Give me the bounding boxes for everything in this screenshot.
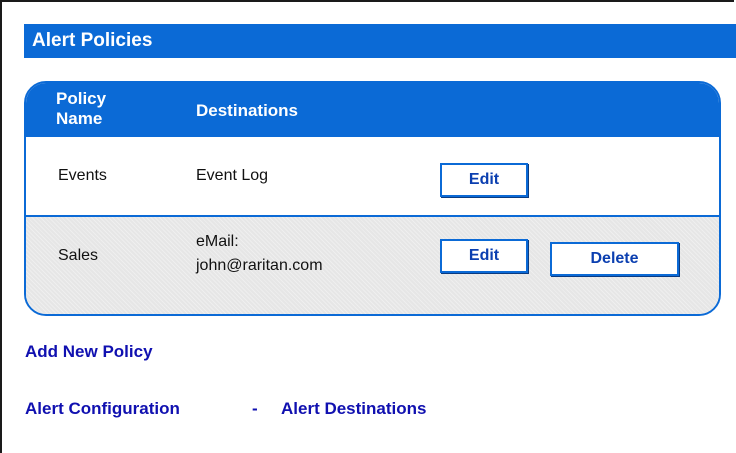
table-row: Events Event Log Edit bbox=[26, 137, 719, 217]
table-header: Policy Name Destinations bbox=[26, 83, 719, 137]
add-new-policy-link[interactable]: Add New Policy bbox=[25, 342, 153, 362]
delete-button[interactable]: Delete bbox=[550, 242, 679, 276]
column-header-policy-name: Policy Name bbox=[56, 89, 107, 128]
link-separator: - bbox=[252, 399, 258, 418]
column-header-destinations: Destinations bbox=[196, 101, 299, 120]
section-title: Alert Policies bbox=[24, 24, 736, 58]
edit-button[interactable]: Edit bbox=[440, 239, 528, 273]
edit-button[interactable]: Edit bbox=[440, 163, 528, 197]
table-row: Sales eMail: john@raritan.com Edit Delet… bbox=[26, 217, 719, 314]
destination-label-cell: eMail: bbox=[196, 233, 239, 250]
policy-name-cell: Sales bbox=[58, 247, 99, 264]
alert-policies-table: Policy Name Destinations Events Event Lo… bbox=[24, 81, 721, 316]
alert-destinations-link[interactable]: Alert Destinations bbox=[281, 399, 426, 419]
alert-configuration-link[interactable]: Alert Configuration bbox=[25, 399, 180, 419]
policy-name-cell: Events bbox=[58, 167, 107, 184]
destination-cell: Event Log bbox=[196, 167, 269, 184]
destination-email-cell: john@raritan.com bbox=[196, 257, 323, 274]
